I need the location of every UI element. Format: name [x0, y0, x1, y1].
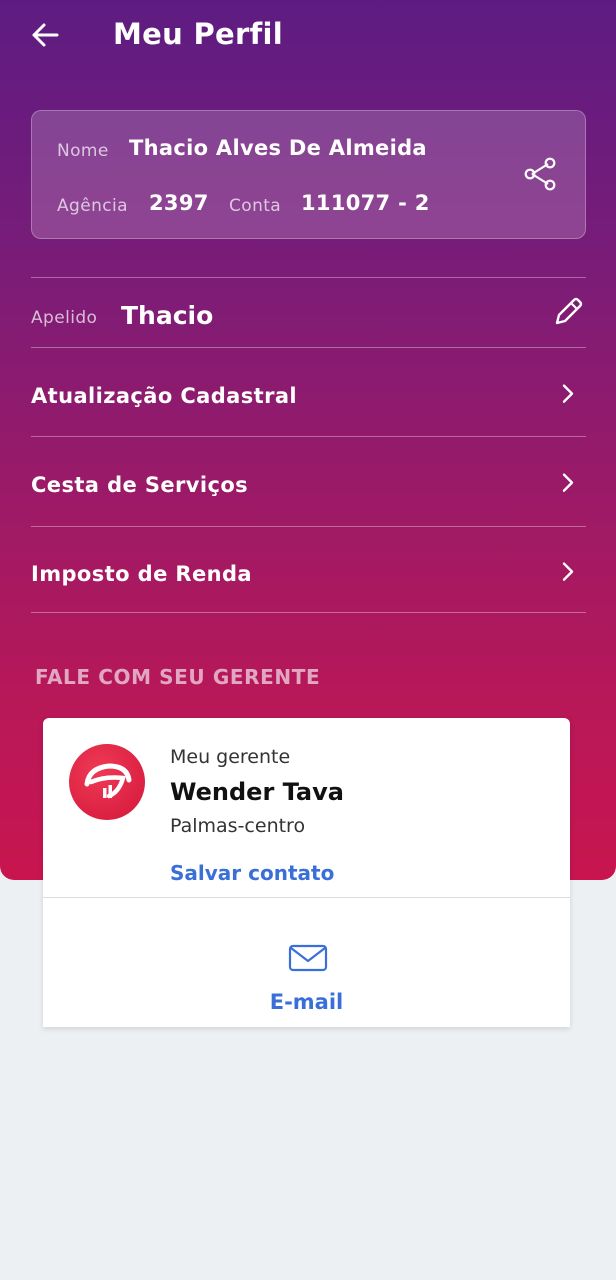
manager-role: Meu gerente [170, 746, 291, 768]
manager-card: Meu gerente Wender Tava Palmas-centro Sa… [43, 718, 570, 1027]
back-button[interactable] [26, 16, 64, 54]
section-title: FALE COM SEU GERENTE [35, 665, 321, 689]
share-button[interactable] [521, 155, 559, 193]
menu-item-label: Cesta de Serviços [31, 473, 249, 497]
name-value: Thacio Alves De Almeida [129, 136, 427, 160]
name-label: Nome [57, 141, 109, 161]
page-title: Meu Perfil [113, 17, 283, 51]
menu-item-label: Imposto de Renda [31, 562, 252, 586]
menu-item-cesta-de-servicos[interactable]: Cesta de Serviços [31, 441, 586, 529]
agency-value: 2397 [149, 191, 209, 215]
menu-item-atualizacao-cadastral[interactable]: Atualização Cadastral [31, 352, 586, 440]
chevron-right-icon [562, 473, 574, 492]
nickname-row: Apelido Thacio [31, 278, 586, 347]
account-label: Conta [229, 196, 282, 216]
pencil-icon [555, 297, 583, 325]
nickname-value: Thacio [121, 301, 214, 330]
divider [31, 347, 586, 348]
manager-branch: Palmas-centro [170, 815, 306, 837]
top-bar: Meu Perfil [0, 0, 616, 80]
divider [31, 436, 586, 437]
arrow-left-icon [32, 23, 59, 47]
nickname-label: Apelido [31, 308, 98, 328]
bank-logo [69, 744, 145, 820]
chevron-right-icon [562, 562, 574, 581]
email-button[interactable]: E-mail [43, 898, 570, 1027]
menu-item-label: Atualização Cadastral [31, 384, 298, 408]
menu-item-imposto-de-renda[interactable]: Imposto de Renda [31, 530, 586, 618]
chevron-right-icon [562, 384, 574, 403]
divider [31, 526, 586, 527]
email-label: E-mail [269, 990, 344, 1014]
save-contact-link[interactable]: Salvar contato [170, 861, 334, 885]
agency-label: Agência [57, 196, 128, 216]
edit-nickname-button[interactable] [550, 294, 586, 330]
envelope-icon [288, 944, 328, 972]
bank-logo-mark [84, 763, 132, 799]
divider [31, 612, 586, 613]
manager-name: Wender Tava [170, 778, 344, 806]
profile-card: Nome Thacio Alves De Almeida Agência 239… [31, 110, 586, 239]
share-icon [524, 157, 556, 191]
account-value: 111077 - 2 [301, 191, 430, 215]
